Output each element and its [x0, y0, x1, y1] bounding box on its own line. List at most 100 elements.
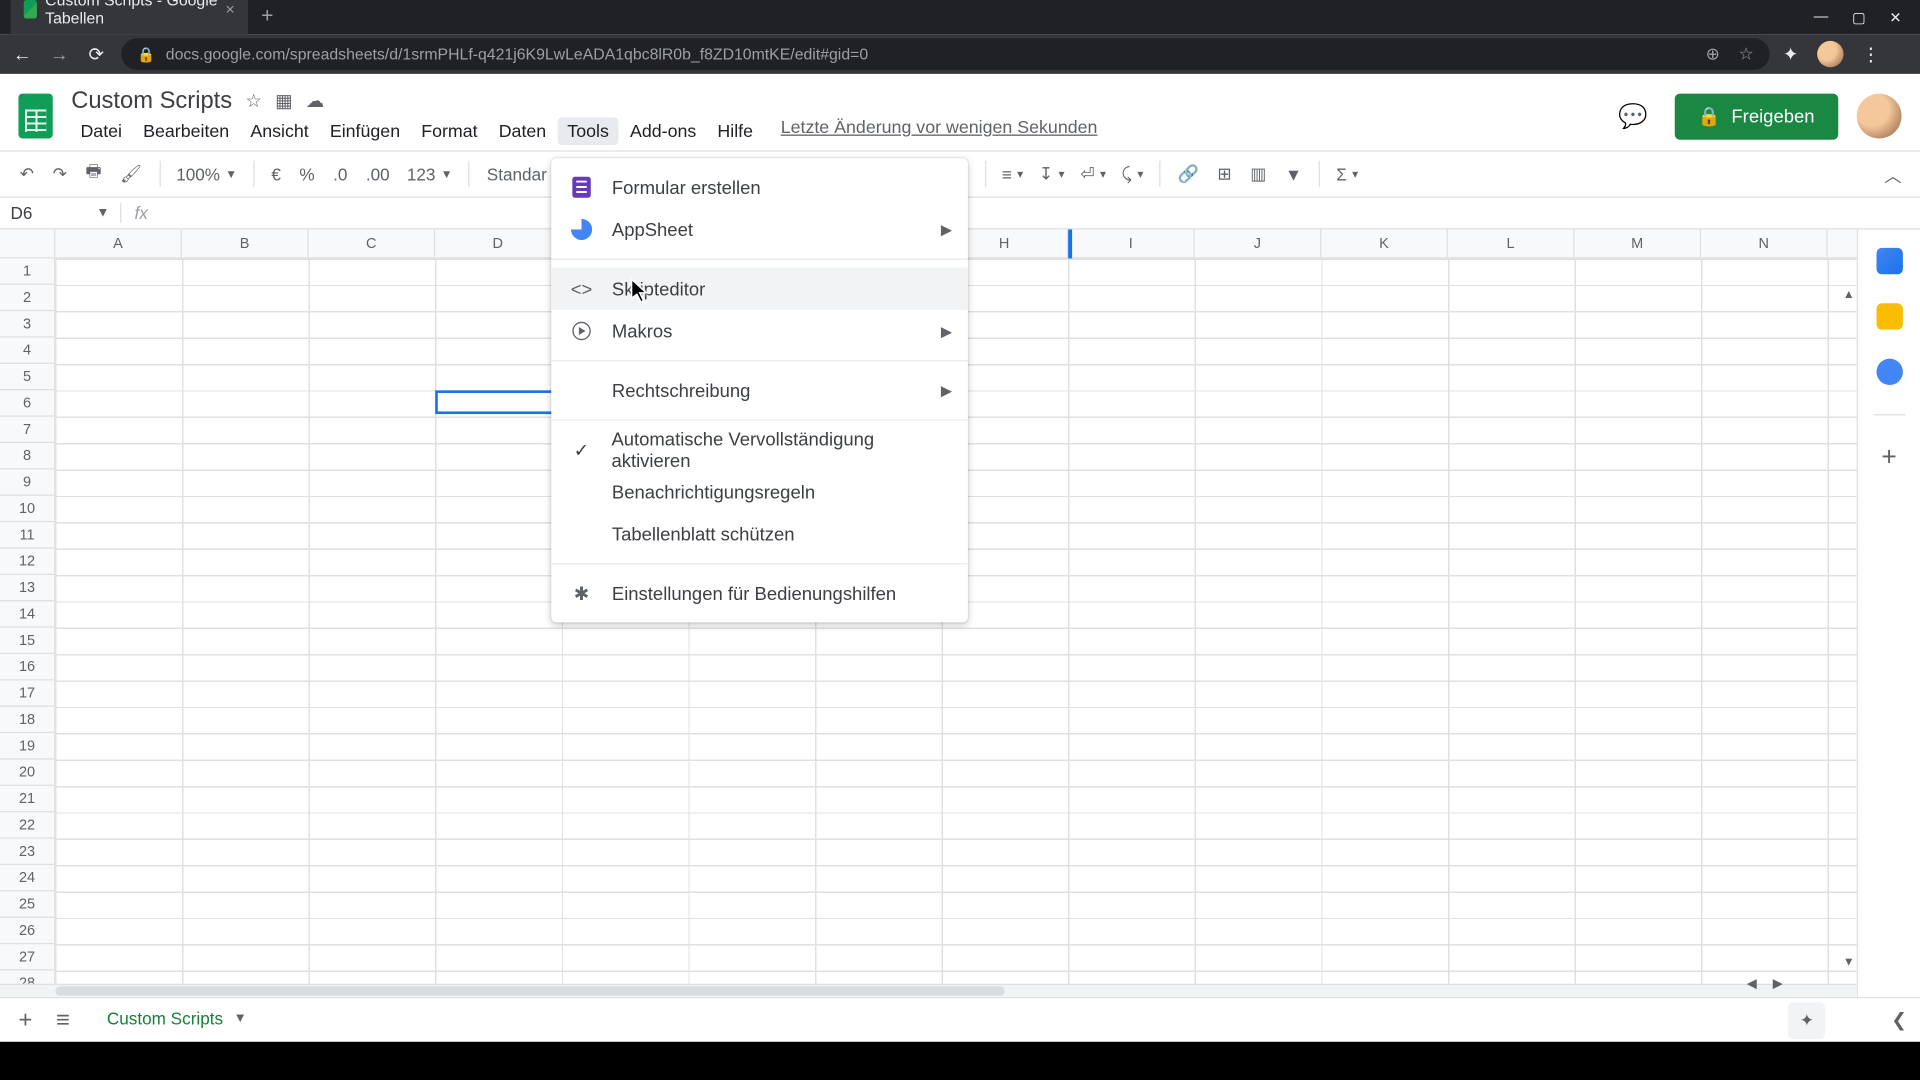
menu-addons[interactable]: Add-ons — [621, 117, 706, 145]
move-icon[interactable]: ▦ — [275, 90, 292, 112]
forward-button[interactable]: → — [47, 44, 71, 65]
explore-button[interactable]: ✦ — [1789, 1002, 1826, 1039]
insert-chart-button[interactable]: ▥ — [1244, 158, 1273, 190]
scroll-right-button[interactable]: ▶ — [1767, 975, 1788, 995]
row-header[interactable]: 28 — [0, 971, 54, 984]
print-button[interactable]: 🖶 — [79, 154, 108, 194]
row-header[interactable]: 17 — [0, 680, 54, 706]
row-header[interactable]: 23 — [0, 839, 54, 865]
row-header[interactable]: 6 — [0, 390, 54, 416]
row-header[interactable]: 4 — [0, 338, 54, 364]
decrease-decimal-button[interactable]: .0 — [326, 159, 353, 189]
increase-decimal-button[interactable]: .00 — [359, 159, 396, 189]
menu-insert[interactable]: Einfügen — [321, 117, 410, 145]
menu-item-autocomplete[interactable]: ✓ Automatische Vervollständigung aktivie… — [551, 429, 968, 471]
menu-file[interactable]: Datei — [71, 117, 131, 145]
row-header[interactable]: 21 — [0, 786, 54, 812]
menu-edit[interactable]: Bearbeiten — [134, 117, 239, 145]
column-header[interactable]: D — [435, 229, 562, 257]
column-header[interactable]: M — [1575, 229, 1702, 257]
row-header[interactable]: 7 — [0, 417, 54, 443]
menu-help[interactable]: Hilfe — [708, 117, 762, 145]
back-button[interactable]: ← — [11, 44, 35, 65]
collapse-toolbar-button[interactable]: ︿ — [1879, 156, 1907, 192]
redo-button[interactable]: ↷ — [46, 158, 74, 190]
filter-button[interactable]: ▼ — [1278, 159, 1308, 189]
keep-icon[interactable] — [1876, 303, 1902, 329]
vertical-scrollbar[interactable]: ▲ ▼ — [1841, 287, 1857, 970]
tasks-icon[interactable] — [1876, 359, 1902, 385]
row-header[interactable]: 2 — [0, 285, 54, 311]
column-header[interactable]: K — [1321, 229, 1448, 257]
row-header[interactable]: 11 — [0, 522, 54, 548]
column-header[interactable]: N — [1701, 229, 1828, 257]
row-header[interactable]: 16 — [0, 654, 54, 680]
menu-item-create-form[interactable]: Formular erstellen — [551, 166, 968, 208]
menu-item-accessibility[interactable]: ✱ Einstellungen für Bedienungshilfen — [551, 572, 968, 614]
column-header[interactable]: L — [1448, 229, 1575, 257]
undo-button[interactable]: ↶ — [13, 158, 41, 190]
menu-item-notifications[interactable]: Benachrichtigungsregeln — [551, 471, 968, 513]
address-bar[interactable]: 🔒 docs.google.com/spreadsheets/d/1srmPHL… — [121, 38, 1769, 70]
functions-button[interactable]: Σ ▾ — [1331, 160, 1363, 188]
scroll-left-button[interactable]: ◀ — [1741, 975, 1762, 995]
vertical-align-button[interactable]: ↧ ▾ — [1034, 160, 1070, 189]
browser-tab[interactable]: Custom Scripts - Google Tabellen × — [11, 0, 248, 34]
row-header[interactable]: 15 — [0, 628, 54, 654]
row-header[interactable]: 8 — [0, 443, 54, 469]
row-header[interactable]: 13 — [0, 575, 54, 601]
row-header[interactable]: 25 — [0, 891, 54, 917]
calendar-icon[interactable] — [1876, 248, 1902, 274]
horizontal-scrollbar[interactable] — [0, 984, 1857, 997]
menu-data[interactable]: Daten — [489, 117, 555, 145]
cloud-status-icon[interactable]: ☁ — [306, 90, 324, 112]
chevron-down-icon[interactable]: ▼ — [234, 1011, 247, 1026]
sheets-logo[interactable] — [11, 84, 61, 147]
comments-button[interactable]: 💬 — [1611, 94, 1656, 139]
row-header[interactable]: 12 — [0, 549, 54, 575]
add-sheet-button[interactable]: + — [13, 1001, 37, 1039]
account-avatar[interactable] — [1857, 94, 1902, 139]
close-tab-icon[interactable]: × — [225, 0, 234, 18]
document-title[interactable]: Custom Scripts — [71, 87, 232, 115]
menu-item-appsheet[interactable]: AppSheet ▶ — [551, 208, 968, 250]
zoom-icon[interactable]: ⊕ — [1706, 44, 1720, 65]
column-header[interactable]: A — [55, 229, 182, 257]
share-button[interactable]: 🔒 Freigeben — [1674, 93, 1838, 139]
all-sheets-button[interactable]: ≡ — [51, 1001, 75, 1039]
close-window-button[interactable]: ✕ — [1889, 9, 1901, 26]
menu-item-script-editor[interactable]: <> Skripteditor — [551, 268, 968, 310]
scroll-down-button[interactable]: ▼ — [1841, 955, 1857, 971]
column-header[interactable]: I — [1068, 229, 1195, 257]
row-header[interactable]: 24 — [0, 865, 54, 891]
last-edit-link[interactable]: Letzte Änderung vor wenigen Sekunden — [781, 117, 1098, 145]
show-side-panel-button[interactable]: ❮ — [1891, 1009, 1906, 1031]
row-header[interactable]: 26 — [0, 918, 54, 944]
add-addon-button[interactable]: + — [1876, 444, 1902, 470]
row-header[interactable]: 9 — [0, 469, 54, 495]
row-header[interactable]: 3 — [0, 311, 54, 337]
row-header[interactable]: 1 — [0, 258, 54, 284]
insert-comment-button[interactable]: ⊞ — [1211, 158, 1239, 190]
paint-format-button[interactable]: 🖌 — [114, 158, 149, 190]
column-header[interactable]: B — [182, 229, 309, 257]
name-box[interactable]: D6 ▼ — [0, 203, 121, 223]
row-header[interactable]: 20 — [0, 760, 54, 786]
minimize-button[interactable]: — — [1814, 9, 1829, 26]
row-header[interactable]: 14 — [0, 601, 54, 627]
extensions-icon[interactable]: ✦ — [1783, 43, 1798, 65]
text-wrap-button[interactable]: ⏎ ▾ — [1075, 160, 1111, 189]
row-header[interactable]: 27 — [0, 944, 54, 970]
menu-format[interactable]: Format — [412, 117, 487, 145]
bookmark-icon[interactable]: ☆ — [1738, 44, 1753, 65]
zoom-select[interactable]: 100% ▼ — [171, 160, 242, 188]
row-header[interactable]: 10 — [0, 496, 54, 522]
row-header[interactable]: 22 — [0, 812, 54, 838]
maximize-button[interactable]: ▢ — [1852, 9, 1866, 26]
menu-item-macros[interactable]: Makros ▶ — [551, 310, 968, 352]
font-select[interactable]: Standar — [480, 159, 553, 189]
star-icon[interactable]: ☆ — [245, 90, 262, 112]
profile-avatar-icon[interactable] — [1817, 41, 1843, 67]
menu-tools[interactable]: Tools — [558, 117, 618, 145]
column-header[interactable]: C — [309, 229, 436, 257]
